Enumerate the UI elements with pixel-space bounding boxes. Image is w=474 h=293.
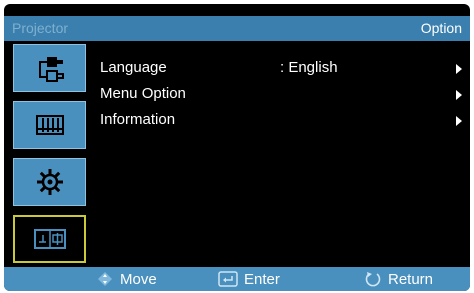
menu-item-information[interactable]: Information bbox=[100, 111, 462, 131]
menu-item-label: Information bbox=[100, 111, 176, 128]
projector-osd-screen: Projector Option Language: English Menu… bbox=[4, 4, 470, 291]
menu-item-language[interactable]: Language : English bbox=[100, 59, 462, 79]
return-hint-label: Return bbox=[388, 270, 434, 288]
picture-icon bbox=[35, 115, 64, 135]
menu-source-title: Projector bbox=[12, 20, 69, 36]
title-bar: Projector Option bbox=[4, 16, 470, 41]
chevron-right-icon bbox=[456, 116, 462, 126]
input-source-icon bbox=[38, 57, 64, 82]
language-value: : English bbox=[280, 59, 338, 76]
menu-item-label: Language bbox=[100, 59, 167, 76]
return-icon bbox=[365, 272, 381, 287]
navigation-hint-bar: Move Enter Return bbox=[4, 267, 470, 291]
move-hint: Move bbox=[96, 270, 157, 288]
menu-item-menu-option[interactable]: Menu Option bbox=[100, 85, 462, 105]
return-hint: Return bbox=[364, 270, 433, 288]
menu-item-label: Menu Option bbox=[100, 85, 186, 102]
sidebar-item-setup[interactable] bbox=[13, 158, 86, 206]
enter-hint: Enter bbox=[218, 270, 280, 288]
enter-icon bbox=[218, 271, 238, 287]
option-icon bbox=[33, 229, 66, 249]
direction-pad-icon bbox=[98, 272, 112, 286]
chevron-right-icon bbox=[456, 90, 462, 100]
enter-hint-label: Enter bbox=[244, 270, 280, 288]
menu-page-title: Option bbox=[420, 20, 462, 36]
sidebar-item-option[interactable] bbox=[13, 215, 86, 263]
sidebar-item-input[interactable] bbox=[13, 44, 86, 92]
setup-gear-icon bbox=[36, 169, 63, 195]
chevron-right-icon bbox=[456, 64, 462, 74]
sidebar-item-picture[interactable] bbox=[13, 101, 86, 149]
move-hint-label: Move bbox=[120, 270, 157, 288]
